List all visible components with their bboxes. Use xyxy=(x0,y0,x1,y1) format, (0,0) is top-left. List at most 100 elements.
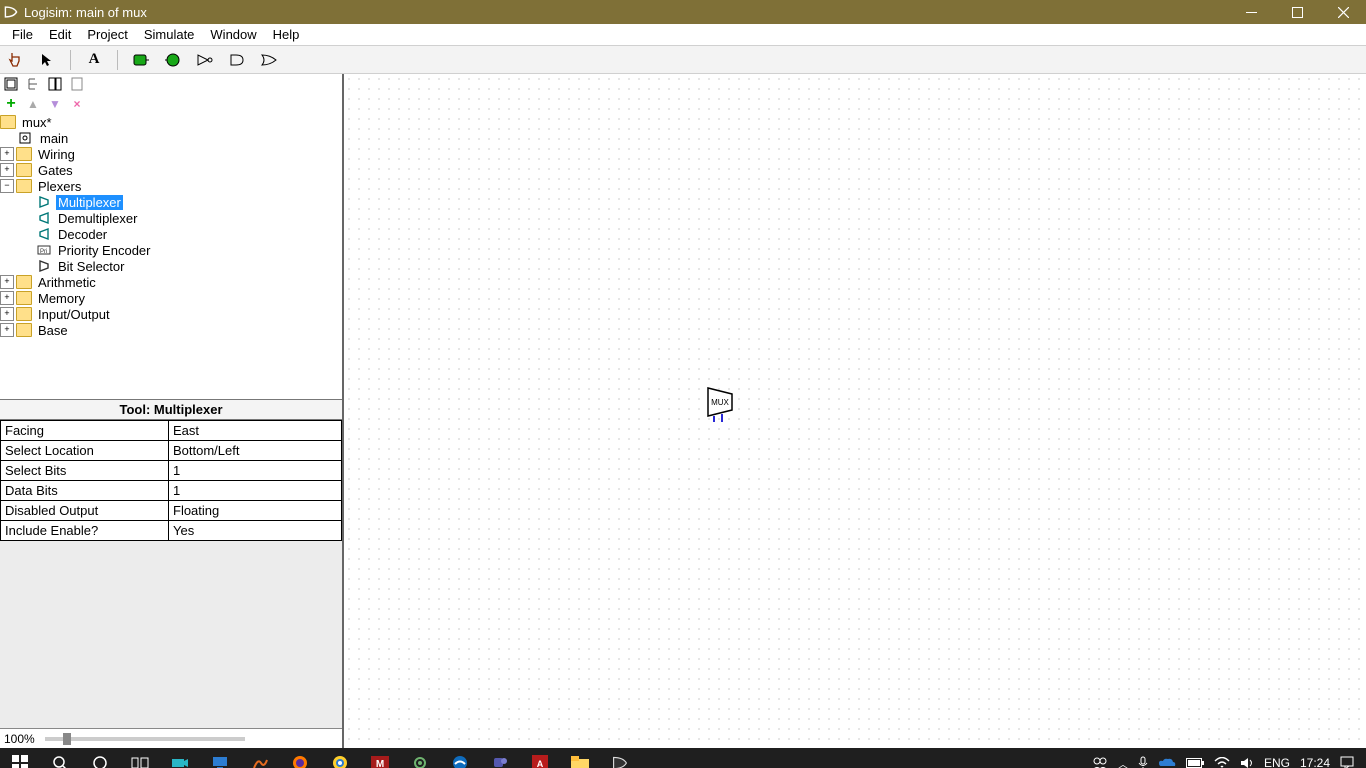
move-down-icon[interactable]: ▼ xyxy=(46,95,64,113)
taskbar-app-matlab-icon[interactable] xyxy=(240,748,280,768)
taskbar-app-settings-icon[interactable] xyxy=(400,748,440,768)
view-layout-icon[interactable] xyxy=(2,75,20,93)
tray-chevron-up-icon[interactable]: ︿ xyxy=(1118,756,1128,768)
start-button[interactable] xyxy=(0,748,40,768)
prop-key: Select Location xyxy=(1,441,169,461)
zoom-slider[interactable] xyxy=(45,737,245,741)
tree-gates[interactable]: Gates xyxy=(36,163,75,178)
prop-value[interactable]: 1 xyxy=(169,461,342,481)
menu-window[interactable]: Window xyxy=(202,25,264,44)
tree-memory[interactable]: Memory xyxy=(36,291,87,306)
expander-icon[interactable]: + xyxy=(0,147,14,161)
view-doc-icon[interactable] xyxy=(68,75,86,93)
not-gate-icon[interactable] xyxy=(194,49,216,71)
and-gate-icon[interactable] xyxy=(226,49,248,71)
tree-decoder[interactable]: Decoder xyxy=(56,227,109,242)
prop-value[interactable]: 1 xyxy=(169,481,342,501)
prop-value[interactable]: Floating xyxy=(169,501,342,521)
tree-plexers[interactable]: Plexers xyxy=(36,179,83,194)
menu-help[interactable]: Help xyxy=(265,25,308,44)
folder-icon xyxy=(16,291,32,305)
mux-ghost[interactable]: MUX xyxy=(704,384,738,424)
taskbar-app-monitor-icon[interactable] xyxy=(200,748,240,768)
minimize-button[interactable] xyxy=(1228,0,1274,24)
decoder-icon xyxy=(36,228,52,240)
svg-text:M: M xyxy=(376,759,384,768)
tray-notifications-icon[interactable] xyxy=(1340,756,1354,768)
main-toolbar: A xyxy=(0,46,1366,74)
menubar: File Edit Project Simulate Window Help xyxy=(0,24,1366,46)
prop-key: Select Bits xyxy=(1,461,169,481)
taskbar-app-logisim-icon[interactable] xyxy=(600,748,640,768)
prop-value[interactable]: Bottom/Left xyxy=(169,441,342,461)
expander-icon[interactable]: + xyxy=(0,275,14,289)
taskbar-app-acrobat-icon[interactable]: A xyxy=(520,748,560,768)
mux-icon xyxy=(36,196,52,208)
pointer-tool-icon[interactable] xyxy=(36,49,58,71)
search-icon[interactable] xyxy=(40,748,80,768)
menu-edit[interactable]: Edit xyxy=(41,25,79,44)
output-pin-icon[interactable] xyxy=(162,49,184,71)
taskview-icon[interactable] xyxy=(120,748,160,768)
tree-io[interactable]: Input/Output xyxy=(36,307,112,322)
tray-clock[interactable]: 17:24 xyxy=(1300,756,1330,768)
folder-icon xyxy=(16,147,32,161)
text-tool-icon[interactable]: A xyxy=(83,49,105,71)
delete-icon[interactable]: × xyxy=(68,95,86,113)
menu-project[interactable]: Project xyxy=(79,25,135,44)
project-tree[interactable]: mux* main + Wiring + Gates − Plexers Multip… xyxy=(0,114,342,399)
properties-empty-area xyxy=(0,541,342,728)
tray-mic-icon[interactable] xyxy=(1138,756,1148,768)
workspace: + ▲ ▼ × mux* main + Wiring + Gates − Plexer… xyxy=(0,74,1366,748)
move-up-icon[interactable]: ▲ xyxy=(24,95,42,113)
expander-icon[interactable]: + xyxy=(0,291,14,305)
menu-file[interactable]: File xyxy=(4,25,41,44)
cortana-icon[interactable] xyxy=(80,748,120,768)
maximize-button[interactable] xyxy=(1274,0,1320,24)
tree-base[interactable]: Base xyxy=(36,323,70,338)
prop-value[interactable]: Yes xyxy=(169,521,342,541)
tree-arithmetic[interactable]: Arithmetic xyxy=(36,275,98,290)
taskbar-app-chrome-icon[interactable] xyxy=(320,748,360,768)
input-pin-icon[interactable] xyxy=(130,49,152,71)
tray-onedrive-icon[interactable] xyxy=(1158,757,1176,768)
tray-people-icon[interactable] xyxy=(1092,755,1108,768)
taskbar-app-camera-icon[interactable] xyxy=(160,748,200,768)
taskbar-app-teams-icon[interactable] xyxy=(480,748,520,768)
tree-priority[interactable]: Priority Encoder xyxy=(56,243,152,258)
window-title: Logisim: main of mux xyxy=(22,5,1228,20)
tree-bitselector[interactable]: Bit Selector xyxy=(56,259,126,274)
add-circuit-icon[interactable]: + xyxy=(2,95,20,113)
tray-language[interactable]: ENG xyxy=(1264,756,1290,768)
properties-table: FacingEast Select LocationBottom/Left Se… xyxy=(0,420,342,541)
expander-icon[interactable]: − xyxy=(0,179,14,193)
prop-row: Disabled OutputFloating xyxy=(1,501,342,521)
tray-wifi-icon[interactable] xyxy=(1214,757,1230,768)
tree-demultiplexer[interactable]: Demultiplexer xyxy=(56,211,139,226)
view-tree-icon[interactable] xyxy=(24,75,42,93)
tray-volume-icon[interactable] xyxy=(1240,757,1254,768)
canvas-area[interactable]: MUX xyxy=(342,74,1366,748)
tree-wiring[interactable]: Wiring xyxy=(36,147,77,162)
prop-row: Select LocationBottom/Left xyxy=(1,441,342,461)
expander-icon[interactable]: + xyxy=(0,323,14,337)
poke-tool-icon[interactable] xyxy=(4,49,26,71)
taskbar-app-mendeley-icon[interactable]: M xyxy=(360,748,400,768)
prop-value[interactable]: East xyxy=(169,421,342,441)
menu-simulate[interactable]: Simulate xyxy=(136,25,203,44)
expander-icon[interactable]: + xyxy=(0,307,14,321)
taskbar-app-firefox-icon[interactable] xyxy=(280,748,320,768)
tree-multiplexer[interactable]: Multiplexer xyxy=(56,195,123,210)
app-icon xyxy=(0,0,22,24)
or-gate-icon[interactable] xyxy=(258,49,280,71)
taskbar-app-explorer-icon[interactable] xyxy=(560,748,600,768)
view-sim-icon[interactable] xyxy=(46,75,64,93)
taskbar-app-edge-icon[interactable] xyxy=(440,748,480,768)
tree-main[interactable]: main xyxy=(38,131,70,146)
folder-icon xyxy=(0,115,16,129)
tree-root[interactable]: mux* xyxy=(20,115,54,130)
close-button[interactable] xyxy=(1320,0,1366,24)
expander-icon[interactable]: + xyxy=(0,163,14,177)
titlebar: Logisim: main of mux xyxy=(0,0,1366,24)
tray-battery-icon[interactable] xyxy=(1186,758,1204,768)
